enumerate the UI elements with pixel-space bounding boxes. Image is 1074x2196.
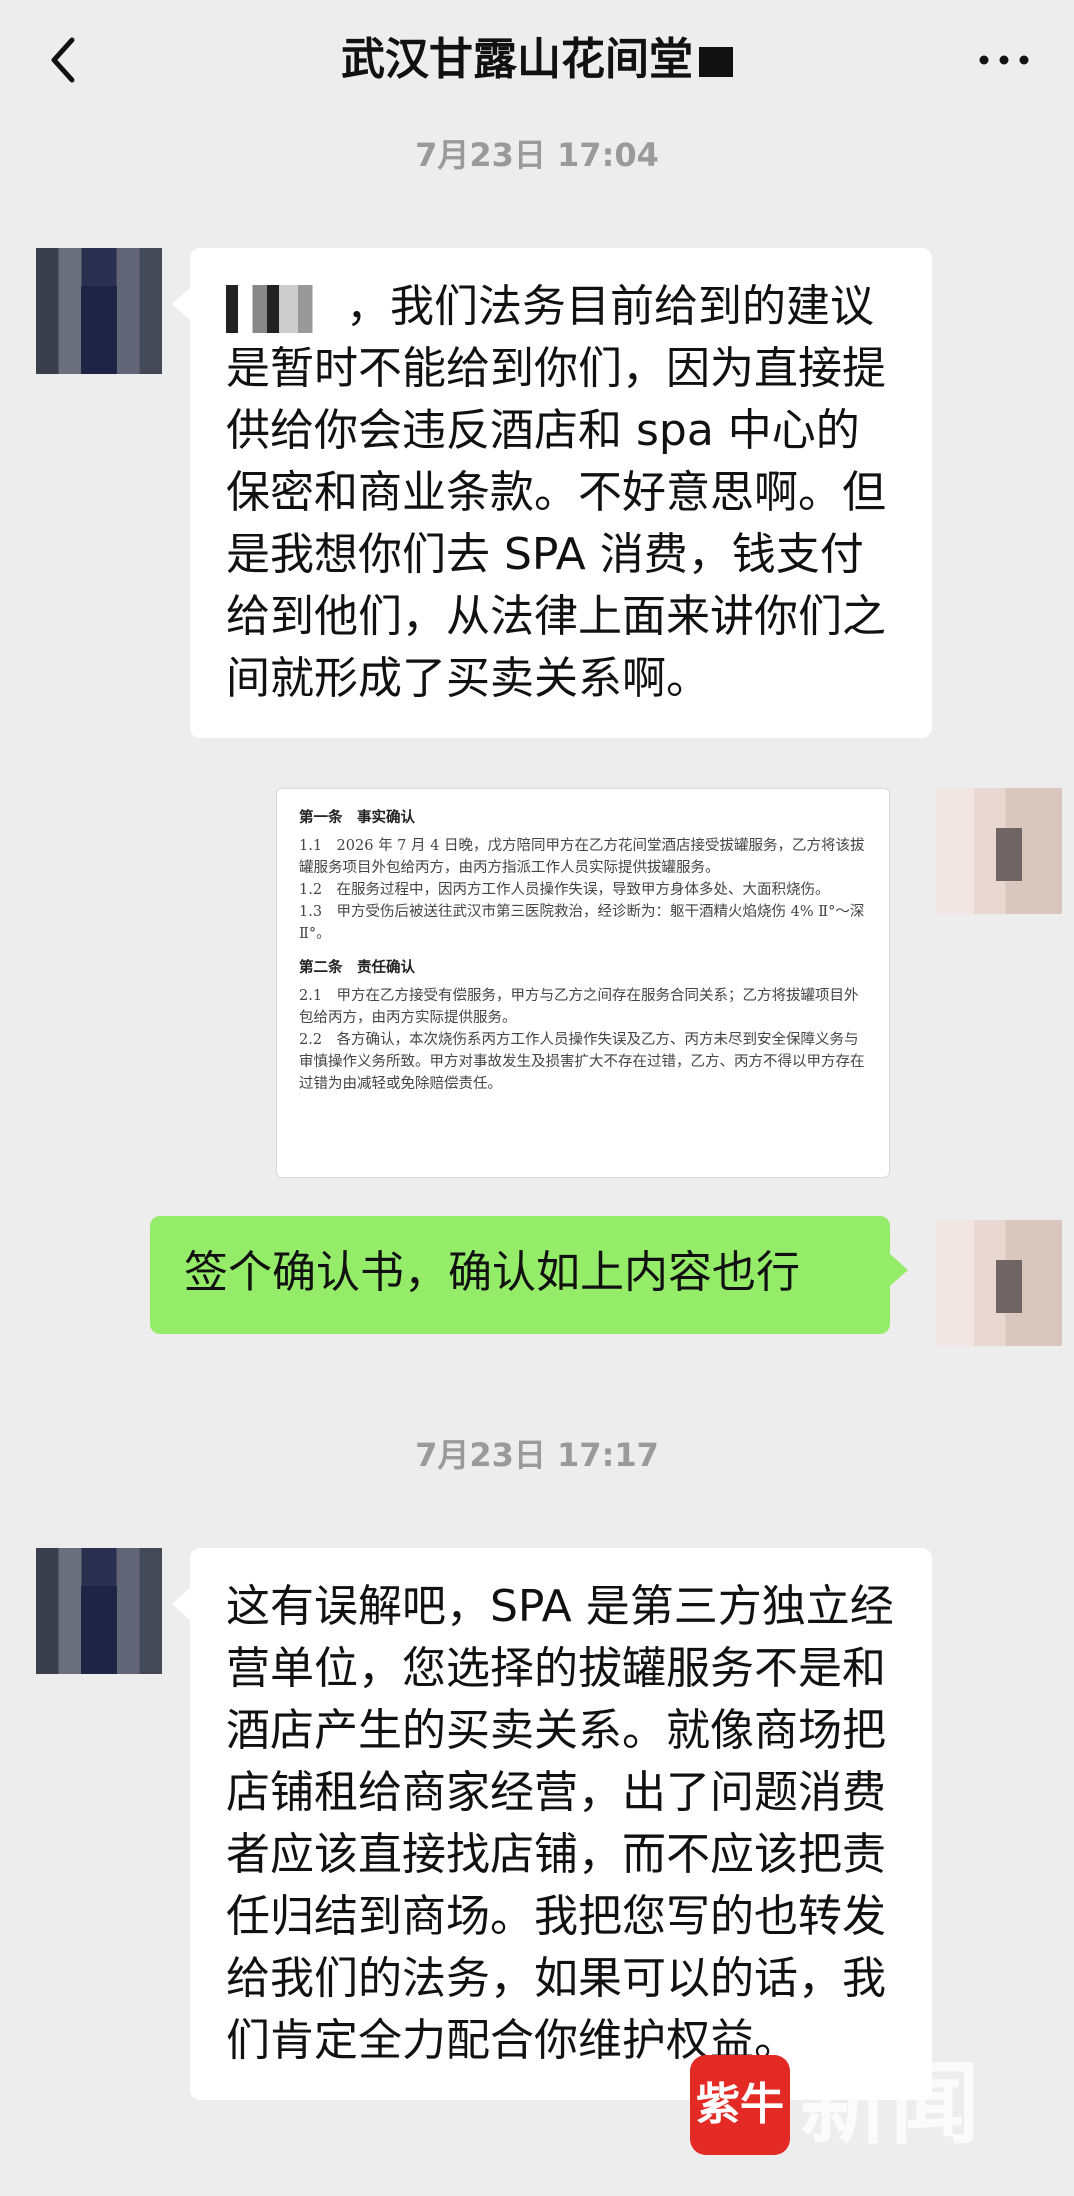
user-avatar[interactable] — [936, 788, 1062, 914]
chat-title-row: 武汉甘露山花间堂 — [0, 30, 1074, 90]
incoming-message-bubble[interactable]: ，我们法务目前给到的建议是暂时不能给到你们，因为直接提供给你会违反酒店和 spa… — [172, 248, 932, 738]
doc-section-heading: 第二条 责任确认 — [299, 959, 415, 976]
watermark-text: 新闻 — [800, 2052, 980, 2157]
contact-avatar[interactable] — [36, 248, 162, 374]
message-text-row: ，我们法务目前给到的建议是暂时不能给到你们，因为直接提供给你会违反酒店和 spa… — [226, 276, 902, 710]
incoming-message-bubble[interactable]: 这有误解吧，SPA 是第三方独立经营单位，您选择的拔罐服务不是和酒店产生的买卖关… — [172, 1548, 932, 2100]
redacted-title-suffix — [699, 47, 733, 77]
user-avatar[interactable] — [936, 1220, 1062, 1346]
message-text: 这有误解吧，SPA 是第三方独立经营单位，您选择的拔罐服务不是和酒店产生的买卖关… — [226, 1581, 894, 2066]
doc-section-heading: 第一条 事实确认 — [299, 809, 415, 826]
message-text: ，我们法务目前给到的建议是暂时不能给到你们，因为直接提供给你会违反酒店和 spa… — [226, 281, 886, 704]
more-options-button[interactable] — [974, 40, 1034, 80]
doc-line: 2.1 甲方在乙方接受有偿服务，甲方与乙方之间存在服务合同关系；乙方将拔罐项目外… — [299, 988, 859, 1026]
contact-avatar[interactable] — [36, 1548, 162, 1674]
doc-line: 1.3 甲方受伤后被送往武汉市第三医院救治，经诊断为：躯干酒精火焰烧伤 4% Ⅱ… — [299, 904, 865, 942]
outgoing-message-bubble[interactable]: 签个确认书，确认如上内容也行 — [150, 1216, 908, 1334]
doc-line: 1.1 2026 年 7 月 4 日晚，戊方陪同甲方在乙方花间堂酒店接受拔罐服务… — [299, 838, 865, 876]
more-dots-icon — [979, 55, 1029, 65]
message-timestamp: 7月23日 17:17 — [415, 1436, 659, 1474]
message-text: 签个确认书，确认如上内容也行 — [184, 1247, 800, 1298]
message-timestamp: 7月23日 17:04 — [415, 136, 659, 174]
chat-title: 武汉甘露山花间堂 — [341, 34, 693, 85]
watermark-logo: 紫牛 — [690, 2055, 790, 2155]
doc-line: 2.2 各方确认，本次烧伤系丙方工作人员操作失误及乙方、丙方未尽到安全保障义务与… — [299, 1032, 865, 1092]
redacted-name — [226, 285, 346, 333]
document-image-message[interactable]: 第一条 事实确认 1.1 2026 年 7 月 4 日晚，戊方陪同甲方在乙方花间… — [276, 788, 890, 1178]
doc-line: 1.2 在服务过程中，因丙方工作人员操作失误，导致甲方身体多处、大面积烧伤。 — [299, 882, 830, 898]
chat-header: 武汉甘露山花间堂 — [0, 0, 1074, 126]
